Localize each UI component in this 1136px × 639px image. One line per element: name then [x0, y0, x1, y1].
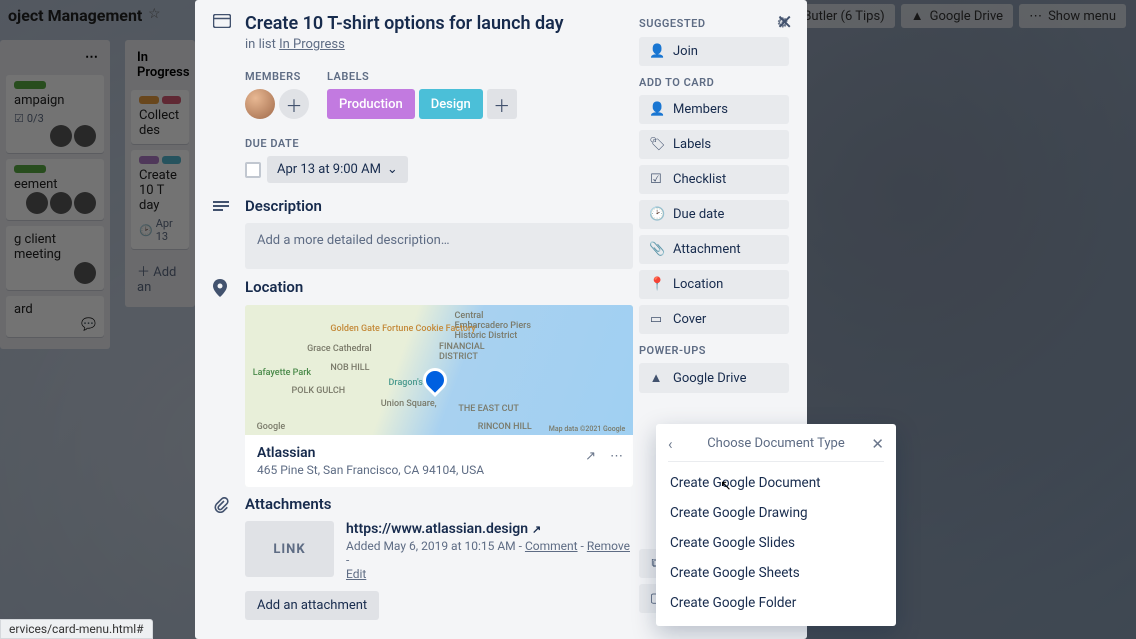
attachment-title: https://www.atlassian.design: [346, 521, 528, 537]
open-map-icon[interactable]: ↗: [585, 449, 596, 464]
clock-icon: 🕑: [649, 207, 663, 222]
members-button[interactable]: 👤Members: [639, 95, 789, 124]
create-google-slides[interactable]: Create Google Slides: [656, 528, 896, 558]
labels-block: LABELS Production Design ＋: [327, 70, 517, 119]
description-heading: Description: [245, 197, 322, 215]
label-chip-production[interactable]: Production: [327, 89, 415, 119]
cover-icon: ▭: [649, 312, 663, 327]
join-button[interactable]: 👤Join: [639, 37, 789, 66]
popup-title: Choose Document Type: [707, 436, 845, 451]
tag-icon: 🏷: [649, 137, 663, 152]
location-name: Atlassian: [257, 445, 621, 461]
external-link-icon: ↗: [532, 523, 541, 536]
attachment-icon: [213, 495, 235, 513]
labels-button[interactable]: 🏷Labels: [639, 130, 789, 159]
due-date-block: DUE DATE Apr 13 at 9:00 AM⌄: [245, 137, 408, 183]
in-list-text: in list In Progress: [245, 37, 633, 52]
powerups-heading: POWER-UPS: [639, 344, 789, 357]
gdrive-icon: ▲: [649, 370, 663, 386]
member-avatar[interactable]: [245, 89, 275, 119]
attachment-button[interactable]: 📎Attachment: [639, 235, 789, 264]
attachment-remove-link[interactable]: Remove: [587, 539, 630, 553]
location-address: 465 Pine St, San Francisco, CA 94104, US…: [257, 463, 621, 477]
add-attachment-button[interactable]: Add an attachment: [245, 591, 379, 620]
members-heading: MEMBERS: [245, 70, 309, 83]
add-to-card-heading: ADD TO CARD: [639, 76, 789, 89]
due-checkbox[interactable]: [245, 162, 261, 178]
user-icon: 👤: [649, 102, 663, 117]
back-icon[interactable]: ‹: [668, 435, 673, 453]
due-date-heading: DUE DATE: [245, 137, 408, 150]
cover-button[interactable]: ▭Cover: [639, 305, 789, 334]
document-type-popup: ‹ Choose Document Type ✕ Create Google D…: [656, 424, 896, 626]
location-icon: [213, 277, 235, 297]
create-google-document[interactable]: Create Google Document: [656, 468, 896, 498]
labels-heading: LABELS: [327, 70, 517, 83]
cursor-icon: ↖: [720, 478, 732, 494]
members-block: MEMBERS ＋: [245, 70, 309, 119]
card-title[interactable]: Create 10 T-shirt options for launch day: [245, 12, 564, 35]
attachment-edit-link[interactable]: Edit: [346, 567, 366, 581]
close-icon[interactable]: ✕: [871, 435, 884, 453]
status-bar: ervices/card-menu.html#: [0, 619, 153, 639]
location-map[interactable]: NOB HILL POLK GULCH FINANCIAL DISTRICT U…: [245, 305, 633, 487]
google-drive-button[interactable]: ▲Google Drive: [639, 363, 789, 393]
attachment-thumb: LINK: [245, 521, 334, 577]
chevron-down-icon: ⌄: [387, 162, 398, 177]
map-menu-icon[interactable]: ⋯: [610, 449, 623, 464]
pin-icon: 📍: [649, 277, 663, 292]
create-google-drawing[interactable]: Create Google Drawing: [656, 498, 896, 528]
location-heading: Location: [245, 278, 303, 296]
attachment-comment-link[interactable]: Comment: [525, 539, 578, 553]
close-icon[interactable]: ✕: [776, 10, 793, 34]
create-google-folder[interactable]: Create Google Folder: [656, 588, 896, 618]
user-icon: 👤: [649, 44, 663, 59]
attachment-item[interactable]: LINK https://www.atlassian.design↗ Added…: [245, 521, 633, 581]
attachment-icon: 📎: [649, 242, 663, 257]
checklist-icon: ☑: [649, 172, 663, 187]
due-date-button[interactable]: Apr 13 at 9:00 AM⌄: [267, 156, 408, 183]
add-member-button[interactable]: ＋: [279, 89, 309, 119]
checklist-button[interactable]: ☑Checklist: [639, 165, 789, 194]
suggested-heading: SUGGESTED: [639, 17, 705, 30]
label-chip-design[interactable]: Design: [419, 89, 483, 119]
card-icon: [213, 12, 235, 28]
location-button[interactable]: 📍Location: [639, 270, 789, 299]
add-label-button[interactable]: ＋: [487, 89, 517, 119]
description-icon: [213, 199, 235, 213]
due-date-button[interactable]: 🕑Due date: [639, 200, 789, 229]
create-google-sheets[interactable]: Create Google Sheets: [656, 558, 896, 588]
description-input[interactable]: Add a more detailed description…: [245, 223, 633, 269]
in-list-link[interactable]: In Progress: [279, 37, 345, 52]
attachments-heading: Attachments: [245, 495, 331, 513]
